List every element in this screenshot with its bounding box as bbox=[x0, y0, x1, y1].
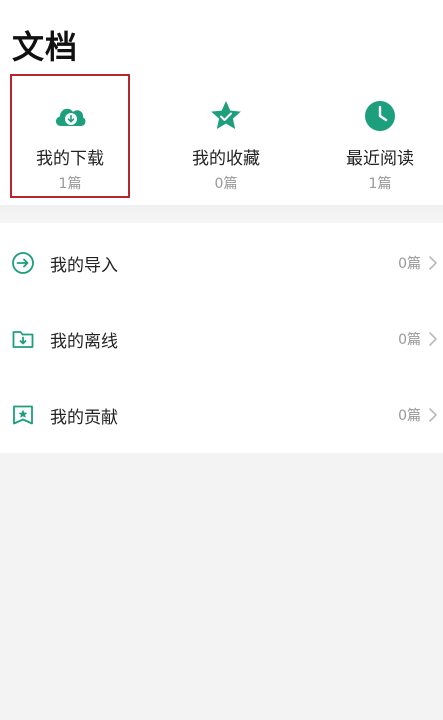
my-downloads-label: 我的下载 bbox=[36, 149, 104, 169]
document-list: 我的导入 0篇 我的离线 0篇 我的贡献 0篇 bbox=[0, 223, 443, 453]
my-downloads-count: 1篇 bbox=[58, 176, 82, 192]
chevron-right-icon bbox=[429, 256, 437, 270]
list-item-count: 0篇 bbox=[398, 408, 421, 424]
list-item-label: 我的贡献 bbox=[50, 407, 118, 428]
offline-folder-icon bbox=[12, 331, 34, 348]
cloud-download-icon bbox=[55, 108, 86, 126]
my-favorites-button[interactable]: 我的收藏 0篇 bbox=[166, 74, 286, 198]
list-item-my-offline[interactable]: 我的离线 0篇 bbox=[0, 301, 443, 377]
list-item-label: 我的离线 bbox=[50, 331, 118, 352]
my-downloads-button[interactable]: 我的下载 1篇 bbox=[10, 74, 130, 198]
header-section: 文档 我的下载 1篇 我的收藏 0篇 最近阅读 1篇 bbox=[0, 0, 443, 205]
recent-reading-count: 1篇 bbox=[368, 176, 392, 192]
chevron-right-icon bbox=[429, 332, 437, 346]
list-item-count: 0篇 bbox=[398, 256, 421, 272]
section-divider bbox=[0, 205, 443, 223]
import-icon bbox=[12, 252, 34, 274]
page-title: 文档 bbox=[12, 28, 79, 66]
star-icon bbox=[211, 101, 241, 129]
contribution-icon bbox=[13, 405, 33, 425]
my-favorites-count: 0篇 bbox=[214, 176, 238, 192]
recent-reading-button[interactable]: 最近阅读 1篇 bbox=[320, 74, 440, 198]
list-item-my-imports[interactable]: 我的导入 0篇 bbox=[0, 225, 443, 301]
clock-icon bbox=[365, 101, 395, 131]
list-item-count: 0篇 bbox=[398, 332, 421, 348]
list-item-my-contributions[interactable]: 我的贡献 0篇 bbox=[0, 377, 443, 453]
chevron-right-icon bbox=[429, 408, 437, 422]
my-favorites-label: 我的收藏 bbox=[192, 149, 260, 169]
recent-reading-label: 最近阅读 bbox=[346, 149, 414, 169]
list-item-label: 我的导入 bbox=[50, 255, 118, 276]
